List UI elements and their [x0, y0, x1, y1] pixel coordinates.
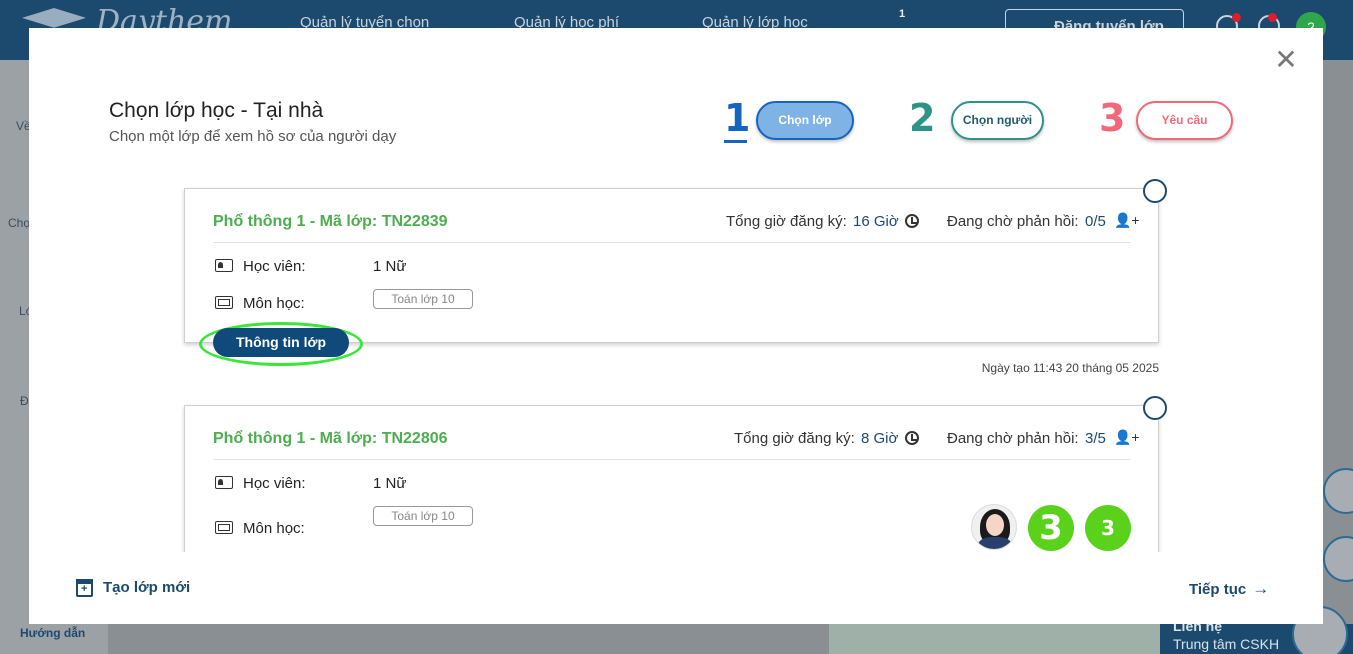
step-1-underline [724, 140, 747, 143]
hours-value: 8 Giờ [861, 430, 899, 447]
create-class-label: Tạo lớp mới [103, 579, 191, 596]
close-icon[interactable]: ✕ [1272, 46, 1300, 74]
class-radio-1[interactable] [1143, 179, 1167, 203]
message-badge: 1 [899, 8, 906, 20]
avatar-body [978, 537, 1012, 549]
pending-label: Đang chờ phản hồi: [947, 430, 1079, 447]
continue-label: Tiếp tục [1189, 581, 1247, 598]
pending-value: 0/5 [1085, 213, 1106, 230]
hours-value: 16 Giờ [853, 213, 899, 230]
student-label: Học viên: [243, 258, 306, 275]
class-title: Phổ thông 1 - Mã lớp: TN22806 [213, 430, 448, 447]
class-list[interactable]: Phổ thông 1 - Mã lớp: TN22839 Tổng giờ đ… [29, 168, 1323, 552]
user-plus-icon: 👤+ [1114, 429, 1140, 445]
arrow-right-icon: → [1252, 579, 1270, 598]
tutor-count-badge: 3 [1085, 505, 1131, 551]
notification-dot-2 [1268, 13, 1277, 22]
hours-label: Tổng giờ đăng ký: [734, 430, 855, 447]
step-3-request[interactable]: Yêu cầu [1136, 101, 1233, 140]
card-divider [213, 242, 1131, 243]
step-1-number: 1 [724, 96, 751, 140]
floating-phone-icon[interactable] [1323, 536, 1353, 582]
subject-icon [215, 296, 233, 309]
notification-dot [1232, 13, 1241, 22]
step-1-choose-class[interactable]: Chọn lớp [756, 101, 854, 140]
class-info-button[interactable]: Thông tin lớp [213, 328, 349, 357]
subject-icon [215, 521, 233, 534]
tutor-avatar[interactable] [971, 504, 1017, 550]
step-2-number: 2 [909, 96, 936, 140]
clock-icon [905, 214, 919, 228]
sidebar-item-4[interactable]: Đ [20, 394, 29, 408]
student-icon [215, 259, 233, 272]
subject-label: Môn học: [243, 520, 305, 537]
sidebar-help-link[interactable]: Hướng dẫn [20, 626, 85, 640]
step-3-number: 3 [1099, 96, 1126, 140]
student-value: 1 Nữ [373, 475, 407, 492]
clock-icon [905, 431, 919, 445]
background-map [829, 624, 1169, 654]
class-radio-2[interactable] [1143, 396, 1167, 420]
step-2-choose-tutor[interactable]: Chọn người [951, 101, 1044, 140]
card-divider [213, 459, 1131, 460]
subject-tag: Toán lớp 10 [373, 506, 473, 526]
subject-label: Môn học: [243, 295, 305, 312]
calendar-plus-icon [76, 579, 93, 597]
class-card[interactable]: Phổ thông 1 - Mã lớp: TN22839 Tổng giờ đ… [184, 188, 1159, 343]
pending-label: Đang chờ phản hồi: [947, 213, 1079, 230]
subject-tag: Toán lớp 10 [373, 289, 473, 309]
class-card[interactable]: Phổ thông 1 - Mã lớp: TN22806 Tổng giờ đ… [184, 405, 1159, 552]
class-title: Phổ thông 1 - Mã lớp: TN22839 [213, 213, 448, 230]
student-label: Học viên: [243, 475, 306, 492]
select-class-modal: ✕ Chọn lớp học - Tại nhà Chọn một lớp để… [29, 28, 1323, 624]
created-date: Ngày tạo 11:43 20 tháng 05 2025 [981, 361, 1159, 375]
tutor-count-badge-large: 3 [1028, 505, 1074, 551]
sidebar-item-2[interactable]: Chọ [8, 216, 30, 230]
logo-icon [22, 8, 86, 28]
user-plus-icon: 👤+ [1114, 212, 1140, 228]
hours-label: Tổng giờ đăng ký: [726, 213, 847, 230]
modal-subtitle: Chọn một lớp để xem hồ sơ của người dạy [109, 128, 397, 145]
floating-chat-icon[interactable] [1323, 468, 1353, 514]
modal-title: Chọn lớp học - Tại nhà [109, 99, 324, 122]
avatar-face [986, 514, 1004, 536]
student-value: 1 Nữ [373, 258, 407, 275]
continue-button[interactable]: Tiếp tục → [1189, 579, 1269, 599]
pending-value: 3/5 [1085, 430, 1106, 447]
student-icon [215, 476, 233, 489]
